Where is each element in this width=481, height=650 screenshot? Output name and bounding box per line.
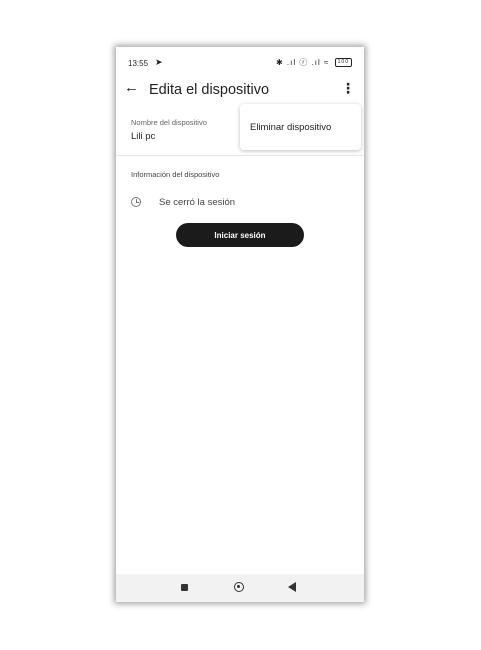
divider bbox=[116, 155, 364, 156]
login-button[interactable]: Iniciar sesión bbox=[176, 223, 304, 247]
device-name-field[interactable]: Nombre del dispositivo Lili pc bbox=[131, 118, 207, 142]
nav-back-icon[interactable] bbox=[288, 582, 296, 592]
back-arrow-icon[interactable]: ← bbox=[124, 79, 139, 96]
navigation-bar bbox=[116, 574, 364, 602]
device-info-heading: Información del dispositivo bbox=[131, 170, 220, 179]
overflow-menu: Eliminar dispositivo bbox=[240, 104, 361, 150]
page-title: Edita el dispositivo bbox=[149, 82, 270, 98]
clock-icon bbox=[131, 197, 141, 207]
session-status-text: Se cerró la sesión bbox=[159, 197, 236, 208]
device-name-value[interactable]: Lili pc bbox=[131, 131, 207, 142]
phone-screen: 13:55 ➤ ✱ .ıl ⓡ .ıl ≈ 100 ← Edita el dis… bbox=[116, 47, 364, 602]
status-bar: 13:55 ➤ ✱ .ıl ⓡ .ıl ≈ 100 bbox=[116, 47, 364, 77]
send-icon: ➤ bbox=[155, 57, 163, 67]
battery-icon: 100 bbox=[334, 58, 352, 68]
status-icons-text: ✱ .ıl ⓡ .ıl ≈ bbox=[275, 58, 330, 67]
status-time: 13:55 bbox=[128, 59, 149, 68]
app-bar: ← Edita el dispositivo ⋮ bbox=[116, 77, 364, 107]
recents-icon[interactable] bbox=[181, 584, 188, 591]
home-icon[interactable] bbox=[234, 582, 244, 592]
device-name-label: Nombre del dispositivo bbox=[131, 118, 207, 127]
delete-device-menu-item[interactable]: Eliminar dispositivo bbox=[250, 122, 331, 133]
more-vert-icon[interactable]: ⋮ bbox=[341, 80, 355, 97]
status-icons: ✱ .ıl ⓡ .ıl ≈ 100 bbox=[276, 57, 352, 68]
